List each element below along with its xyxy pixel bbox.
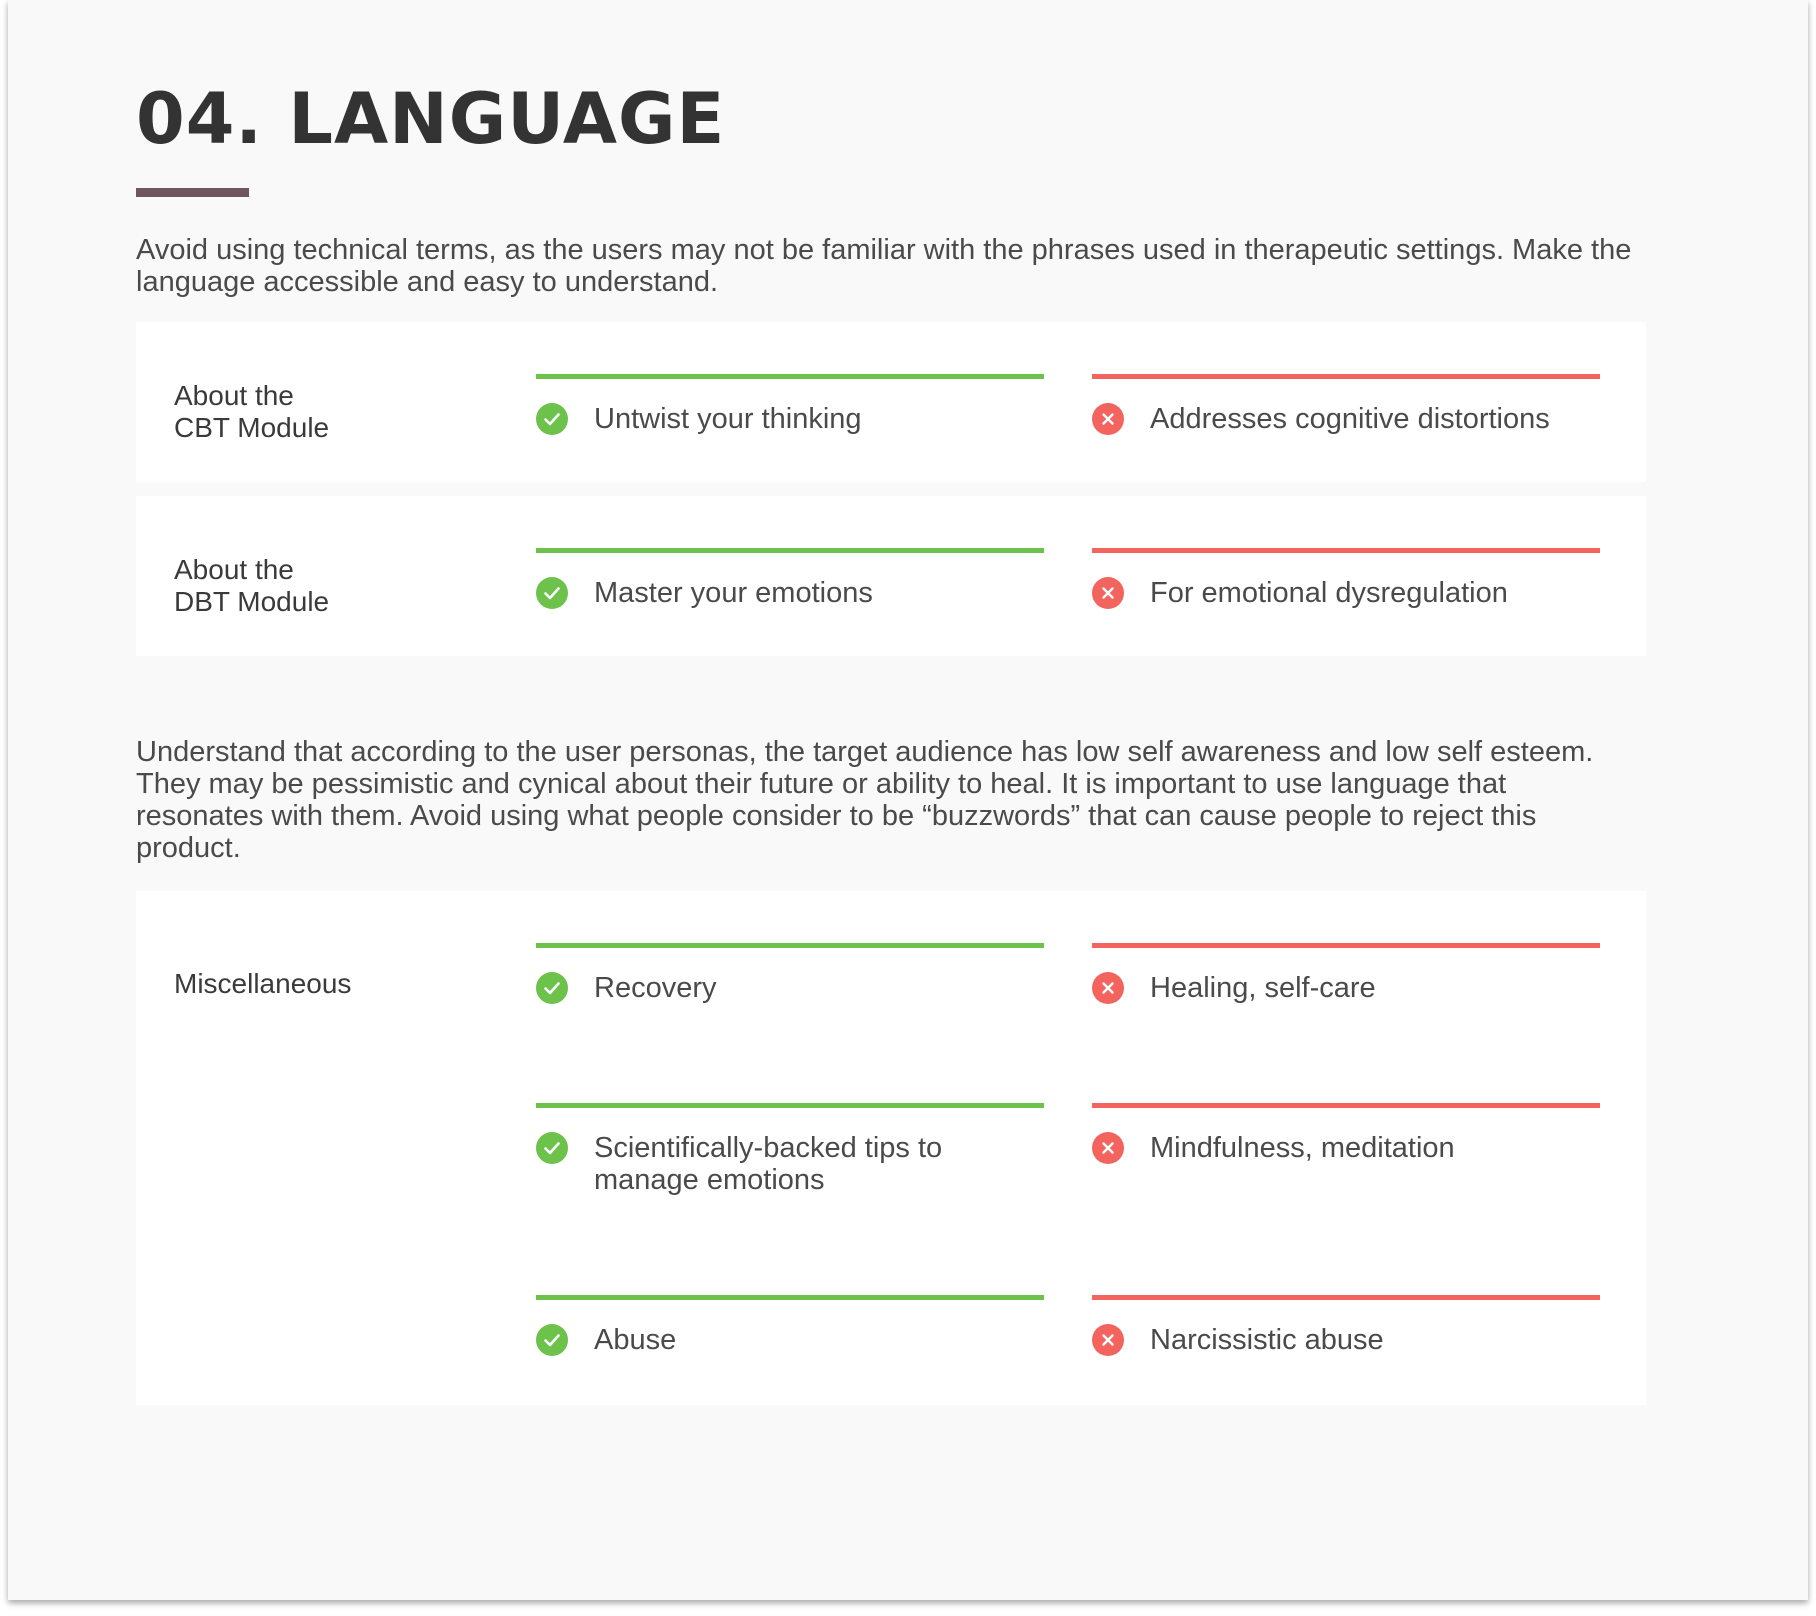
dont-bar [1092, 1295, 1600, 1300]
do-example-text: Master your emotions [594, 577, 873, 609]
dont-bar [1092, 943, 1600, 948]
dont-example-text: For emotional dysregulation [1150, 577, 1508, 609]
category-label-line: About the [174, 380, 294, 411]
page-title: 04. LANGUAGE [136, 78, 726, 160]
do-example-text: Recovery [594, 972, 717, 1004]
do-example: Master your emotions [536, 548, 1044, 609]
do-bar [536, 374, 1044, 379]
x-circle-icon [1092, 1324, 1124, 1356]
x-circle-icon [1092, 1132, 1124, 1164]
dont-example-text: Addresses cognitive distortions [1150, 403, 1550, 435]
x-circle-icon [1092, 403, 1124, 435]
do-example: Recovery [536, 943, 1044, 1004]
check-circle-icon [536, 1324, 568, 1356]
document-page: 04. LANGUAGE Avoid using technical terms… [8, 0, 1808, 1600]
dont-example: Addresses cognitive distortions [1092, 374, 1600, 435]
x-circle-icon [1092, 972, 1124, 1004]
do-example-text: Untwist your thinking [594, 403, 862, 435]
do-bar [536, 548, 1044, 553]
category-label-line: About the [174, 554, 294, 585]
category-label: About the CBT Module [174, 380, 329, 444]
check-circle-icon [536, 972, 568, 1004]
dont-example: Healing, self-care [1092, 943, 1600, 1004]
x-circle-icon [1092, 577, 1124, 609]
dont-bar [1092, 374, 1600, 379]
dont-example: For emotional dysregulation [1092, 548, 1600, 609]
check-circle-icon [536, 577, 568, 609]
category-label: About the DBT Module [174, 554, 329, 618]
dont-example: Narcissistic abuse [1092, 1295, 1600, 1356]
do-example: Scientifically-backed tips to manage emo… [536, 1103, 1044, 1196]
category-label-line: Miscellaneous [174, 968, 352, 999]
dont-example-text: Healing, self-care [1150, 972, 1376, 1004]
example-card-dbt: About the DBT Module Master your emotion… [136, 496, 1646, 656]
title-underline [136, 188, 249, 197]
example-card-cbt: About the CBT Module Untwist your thinki… [136, 322, 1646, 482]
dont-example-text: Narcissistic abuse [1150, 1324, 1384, 1356]
check-circle-icon [536, 1132, 568, 1164]
intro-paragraph: Avoid using technical terms, as the user… [136, 234, 1632, 298]
check-circle-icon [536, 403, 568, 435]
dont-example: Mindfulness, meditation [1092, 1103, 1600, 1164]
dont-bar [1092, 1103, 1600, 1108]
do-bar [536, 1103, 1044, 1108]
category-label-line: CBT Module [174, 412, 330, 443]
example-card-miscellaneous: Miscellaneous Recovery Healing, self-car… [136, 891, 1646, 1405]
dont-bar [1092, 548, 1600, 553]
audience-paragraph: Understand that according to the user pe… [136, 736, 1594, 864]
do-bar [536, 1295, 1044, 1300]
do-example: Abuse [536, 1295, 1044, 1356]
do-example-text: Abuse [594, 1324, 677, 1356]
do-example-text: Scientifically-backed tips to manage emo… [594, 1132, 943, 1196]
category-label: Miscellaneous [174, 968, 351, 1000]
do-bar [536, 943, 1044, 948]
do-example: Untwist your thinking [536, 374, 1044, 435]
category-label-line: DBT Module [174, 586, 330, 617]
dont-example-text: Mindfulness, meditation [1150, 1132, 1455, 1164]
